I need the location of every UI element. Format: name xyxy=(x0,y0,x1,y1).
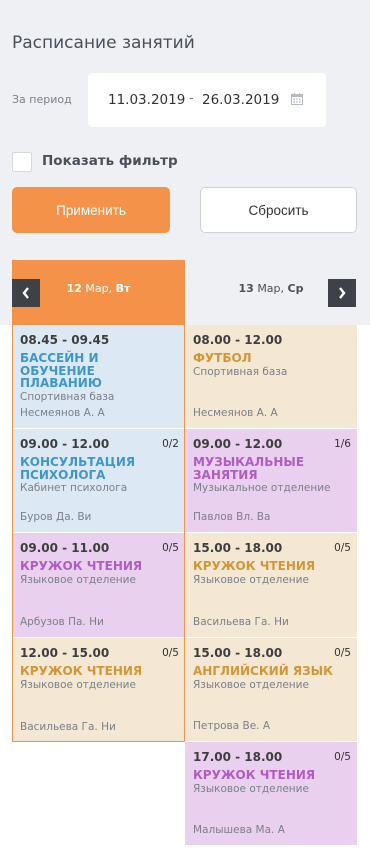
lesson-teacher: Несмеянов А. А xyxy=(20,407,105,419)
lesson-teacher: Арбузов Па. Ни xyxy=(20,616,104,628)
lesson-subject: Консультация психолога xyxy=(20,455,136,482)
chevron-right-icon xyxy=(339,287,346,299)
lesson-teacher: Буров Да. Ви xyxy=(20,511,92,523)
lesson-seat-count: 0/5 xyxy=(334,542,351,554)
date-range-field[interactable]: 11.03.2019 - 26.03.2019 xyxy=(88,73,326,127)
show-filter-checkbox[interactable] xyxy=(12,152,32,172)
lesson-time: 15.00 - 18.00 xyxy=(193,646,283,660)
lesson-teacher: Несмеянов А. А xyxy=(193,407,278,419)
lesson-time: 17.00 - 18.00 xyxy=(193,750,283,764)
lesson-subject: Музыкальные занятия xyxy=(193,455,305,482)
lesson-card[interactable]: 09.00 - 12.00 1/6 Музыкальные занятия Му… xyxy=(185,429,357,532)
period-label: За период xyxy=(12,93,72,106)
lesson-subject: Кружок чтения xyxy=(193,768,316,782)
lesson-card[interactable]: 08.45 - 09.45 Бассейн и обучение плавани… xyxy=(12,325,185,428)
date-separator: - xyxy=(189,91,194,106)
lesson-card[interactable]: 17.00 - 18.00 0/5 Кружок чтения Языковое… xyxy=(185,742,357,845)
lesson-place: Музыкальное отделение xyxy=(193,482,331,494)
lesson-place: Спортивная база xyxy=(20,390,115,403)
lesson-time: 15.00 - 18.00 xyxy=(193,541,283,555)
lesson-subject: Кружок чтения xyxy=(20,559,143,573)
lesson-place: Языковое отделение xyxy=(20,678,136,691)
lesson-seat-count: 0/5 xyxy=(162,542,179,554)
lesson-place: Языковое отделение xyxy=(193,573,309,586)
next-day-button[interactable] xyxy=(328,279,356,307)
lesson-seat-count: 0/5 xyxy=(162,647,179,659)
lesson-time: 09.00 - 12.00 xyxy=(20,437,110,451)
lesson-subject: Английский язык xyxy=(193,664,333,678)
date-to-value[interactable]: 26.03.2019 xyxy=(202,92,279,108)
lesson-time: 08.00 - 12.00 xyxy=(193,333,283,347)
lesson-seat-count: 0/5 xyxy=(334,647,351,659)
chevron-left-icon xyxy=(22,287,29,299)
lesson-place: Языковое отделение xyxy=(20,573,136,586)
lesson-teacher: Малышева Ма. А xyxy=(193,824,285,836)
lesson-teacher: Павлов Вл. Ва xyxy=(193,511,271,523)
show-filter-label[interactable]: Показать фильтр xyxy=(42,153,178,169)
lesson-place: Языковое отделение xyxy=(193,782,309,795)
lesson-time: 08.45 - 09.45 xyxy=(20,333,110,347)
lesson-time: 09.00 - 11.00 xyxy=(20,541,110,555)
lesson-teacher: Васильева Га. Ни xyxy=(20,721,116,733)
lesson-subject: Бассейн и обучение плаванию xyxy=(20,351,102,390)
lesson-subject: Футбол xyxy=(193,351,252,365)
lesson-place: Языковое отделение xyxy=(193,678,309,691)
lesson-card[interactable]: 15.00 - 18.00 0/5 Кружок чтения Языковое… xyxy=(185,533,357,637)
lesson-card[interactable]: 09.00 - 12.00 0/2 Консультация психолога… xyxy=(12,429,185,532)
lesson-time: 09.00 - 12.00 xyxy=(193,437,283,451)
lesson-card[interactable]: 09.00 - 11.00 0/5 Кружок чтения Языковое… xyxy=(12,533,185,637)
lesson-subject: Кружок чтения xyxy=(20,664,143,678)
lesson-teacher: Васильева Га. Ни xyxy=(193,616,289,628)
lesson-place: Кабинет психолога xyxy=(20,482,128,494)
lesson-seat-count: 1/6 xyxy=(334,438,351,450)
date-from-value[interactable]: 11.03.2019 xyxy=(108,92,185,108)
lesson-card[interactable]: 08.00 - 12.00 Футбол Спортивная база Нес… xyxy=(185,325,357,428)
lesson-card[interactable]: 15.00 - 18.00 0/5 Английский язык Языков… xyxy=(185,638,357,741)
page-title: Расписание занятий xyxy=(12,33,195,53)
apply-button[interactable]: Применить xyxy=(12,187,170,233)
lesson-card[interactable]: 12.00 - 15.00 0/5 Кружок чтения Языковое… xyxy=(12,638,185,742)
lesson-place: Спортивная база xyxy=(193,365,288,378)
lesson-subject: Кружок чтения xyxy=(193,559,316,573)
lesson-time: 12.00 - 15.00 xyxy=(20,646,110,660)
lesson-seat-count: 0/2 xyxy=(162,438,179,450)
lesson-teacher: Петрова Ве. А xyxy=(193,720,271,732)
reset-button[interactable]: Сбросить xyxy=(200,187,357,233)
lesson-seat-count: 0/5 xyxy=(334,751,351,763)
prev-day-button[interactable] xyxy=(12,279,40,307)
calendar-icon[interactable] xyxy=(291,93,303,105)
